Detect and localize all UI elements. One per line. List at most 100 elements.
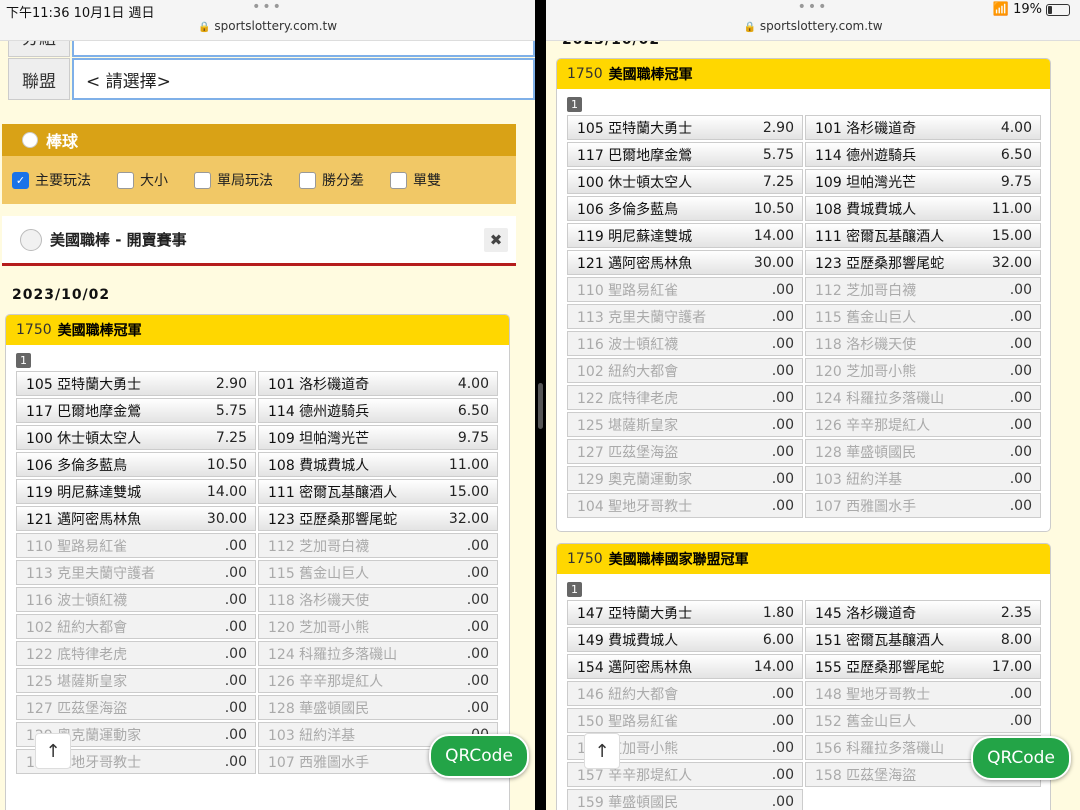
odds-cell[interactable]: 117 巴爾地摩金鶯 5.75 <box>567 142 803 167</box>
team-name: 159 華盛頓國民 <box>577 794 679 810</box>
odds-cell: 120 芝加哥小熊 .00 <box>258 614 498 639</box>
team-name: 100 休士頓太空人 <box>577 174 693 191</box>
odds-cell[interactable]: 100 休士頓太空人 7.25 <box>16 425 256 450</box>
filter-checkbox[interactable]: 單雙 <box>390 170 441 190</box>
team-name: 116 波士頓紅襪 <box>577 336 679 353</box>
team-name: 149 費城費城人 <box>577 632 679 649</box>
scroll-top-button[interactable]: ↑ <box>584 733 620 769</box>
odds-cell[interactable]: 109 坦帕灣光芒 9.75 <box>805 169 1041 194</box>
odds-cell[interactable]: 121 邁阿密馬林魚 30.00 <box>567 250 803 275</box>
odds-value: 32.00 <box>991 254 1032 271</box>
team-name: 125 堪薩斯皇家 <box>577 417 679 434</box>
odds-cell[interactable]: 108 費城費城人 11.00 <box>258 452 498 477</box>
market-header: 1750 美國職棒國家聯盟冠軍 <box>557 544 1050 574</box>
multitask-dots[interactable]: ••• <box>0 0 535 15</box>
odds-cell[interactable]: 121 邁阿密馬林魚 30.00 <box>16 506 256 531</box>
team-name: 100 休士頓太空人 <box>26 430 142 447</box>
team-name: 126 辛辛那堤紅人 <box>268 673 384 690</box>
checkbox-icon[interactable] <box>299 171 316 189</box>
close-icon[interactable]: ✖ <box>484 228 508 252</box>
odds-value: .00 <box>224 753 247 770</box>
odds-cell[interactable]: 105 亞特蘭大勇士 2.90 <box>567 115 803 140</box>
filter-label: 單局玩法 <box>217 173 273 189</box>
address-bar[interactable]: 🔒 sportslottery.com.tw <box>0 19 535 33</box>
odds-cell[interactable]: 106 多倫多藍鳥 10.50 <box>16 452 256 477</box>
odds-value: .00 <box>1009 497 1032 514</box>
odds-value: 9.75 <box>457 429 489 446</box>
team-name: 120 芝加哥小熊 <box>815 363 917 380</box>
odds-cell[interactable]: 101 洛杉磯道奇 4.00 <box>805 115 1041 140</box>
market-code: 1750 <box>567 551 603 567</box>
odds-cell[interactable]: 123 亞歷桑那響尾蛇 32.00 <box>258 506 498 531</box>
checkbox-checked-icon[interactable]: ✓ <box>12 171 29 189</box>
odds-value: .00 <box>771 470 794 487</box>
checkbox-icon[interactable] <box>117 171 134 189</box>
odds-value: 6.50 <box>457 402 489 419</box>
team-name: 125 堪薩斯皇家 <box>26 673 128 690</box>
checkbox-icon[interactable] <box>390 171 407 189</box>
team-name: 108 費城費城人 <box>268 457 370 474</box>
odds-cell[interactable]: 147 亞特蘭大勇士 1.80 <box>567 600 803 625</box>
scroll-top-button[interactable]: ↑ <box>35 733 71 769</box>
odds-cell[interactable]: 119 明尼蘇達雙城 14.00 <box>16 479 256 504</box>
team-name: 113 克里夫蘭守護者 <box>577 309 707 326</box>
odds-cell[interactable]: 100 休士頓太空人 7.25 <box>567 169 803 194</box>
qrcode-button[interactable]: QRCode <box>429 734 529 778</box>
team-name: 128 華盛頓國民 <box>815 444 917 461</box>
odds-grid: 105 亞特蘭大勇士 2.90 101 洛杉磯道奇 4.00 117 巴爾地摩金鶯 5.7… <box>567 114 1050 519</box>
checkbox-icon[interactable] <box>194 171 211 189</box>
odds-value: 7.25 <box>762 173 794 190</box>
odds-cell[interactable]: 109 坦帕灣光芒 9.75 <box>258 425 498 450</box>
odds-grid: 147 亞特蘭大勇士 1.80 145 洛杉磯道奇 2.35 149 費城費城人 6.00… <box>567 599 1050 810</box>
odds-cell[interactable]: 111 密爾瓦基釀酒人 15.00 <box>258 479 498 504</box>
odds-value: 1.80 <box>762 604 794 621</box>
odds-cell: 124 科羅拉多落磯山 .00 <box>805 385 1041 410</box>
team-name: 118 洛杉磯天使 <box>815 336 917 353</box>
odds-cell[interactable]: 149 費城費城人 6.00 <box>567 627 803 652</box>
odds-cell[interactable]: 155 亞歷桑那響尾蛇 17.00 <box>805 654 1041 679</box>
group-badge: 1 <box>567 97 582 112</box>
odds-cell[interactable]: 114 德州遊騎兵 6.50 <box>258 398 498 423</box>
team-name: 123 亞歷桑那響尾蛇 <box>815 255 945 272</box>
qrcode-button[interactable]: QRCode <box>971 736 1071 780</box>
left-pane: 下午11:36 10月1日 週日 ••• 🔒 sportslottery.com.… <box>0 0 535 810</box>
filter-checkbox[interactable]: ✓ 主要玩法 <box>12 170 91 190</box>
split-view-handle[interactable] <box>538 383 543 429</box>
odds-cell[interactable]: 123 亞歷桑那響尾蛇 32.00 <box>805 250 1041 275</box>
odds-cell[interactable]: 101 洛杉磯道奇 4.00 <box>258 371 498 396</box>
filter-checkbox[interactable]: 大小 <box>117 170 168 190</box>
odds-value: 15.00 <box>991 227 1032 244</box>
filter-checkbox[interactable]: 單局玩法 <box>194 170 273 190</box>
url-text: sportslottery.com.tw <box>759 19 883 33</box>
odds-cell[interactable]: 117 巴爾地摩金鶯 5.75 <box>16 398 256 423</box>
odds-value: 6.50 <box>1000 146 1032 163</box>
address-bar[interactable]: 🔒 sportslottery.com.tw <box>546 19 1080 33</box>
odds-cell: 113 克里夫蘭守護者 .00 <box>567 304 803 329</box>
odds-cell: 118 洛杉磯天使 .00 <box>258 587 498 612</box>
team-name: 158 匹茲堡海盜 <box>815 767 917 784</box>
odds-value: 6.00 <box>762 631 794 648</box>
sport-header[interactable]: 棒球 <box>2 124 516 156</box>
lock-icon: 🔒 <box>197 22 211 33</box>
odds-cell: 128 華盛頓國民 .00 <box>258 695 498 720</box>
odds-cell[interactable]: 151 密爾瓦基釀酒人 8.00 <box>805 627 1041 652</box>
odds-cell[interactable]: 119 明尼蘇達雙城 14.00 <box>567 223 803 248</box>
filter-checkbox[interactable]: 勝分差 <box>299 170 364 190</box>
league-select[interactable]: < 請選擇> <box>72 58 535 100</box>
odds-cell: 120 芝加哥小熊 .00 <box>805 358 1041 383</box>
odds-value: 2.90 <box>762 119 794 136</box>
team-name: 119 明尼蘇達雙城 <box>577 228 693 245</box>
odds-cell[interactable]: 106 多倫多藍鳥 10.50 <box>567 196 803 221</box>
team-name: 117 巴爾地摩金鶯 <box>577 147 693 164</box>
odds-value: .00 <box>1009 470 1032 487</box>
odds-cell[interactable]: 154 邁阿密馬林魚 14.00 <box>567 654 803 679</box>
odds-cell[interactable]: 105 亞特蘭大勇士 2.90 <box>16 371 256 396</box>
odds-cell[interactable]: 111 密爾瓦基釀酒人 15.00 <box>805 223 1041 248</box>
odds-cell: 115 舊金山巨人 .00 <box>258 560 498 585</box>
odds-cell[interactable]: 145 洛杉磯道奇 2.35 <box>805 600 1041 625</box>
odds-value: 5.75 <box>762 146 794 163</box>
odds-value: .00 <box>771 497 794 514</box>
odds-cell[interactable]: 108 費城費城人 11.00 <box>805 196 1041 221</box>
odds-cell[interactable]: 114 德州遊騎兵 6.50 <box>805 142 1041 167</box>
filter-label: 單雙 <box>413 173 441 189</box>
